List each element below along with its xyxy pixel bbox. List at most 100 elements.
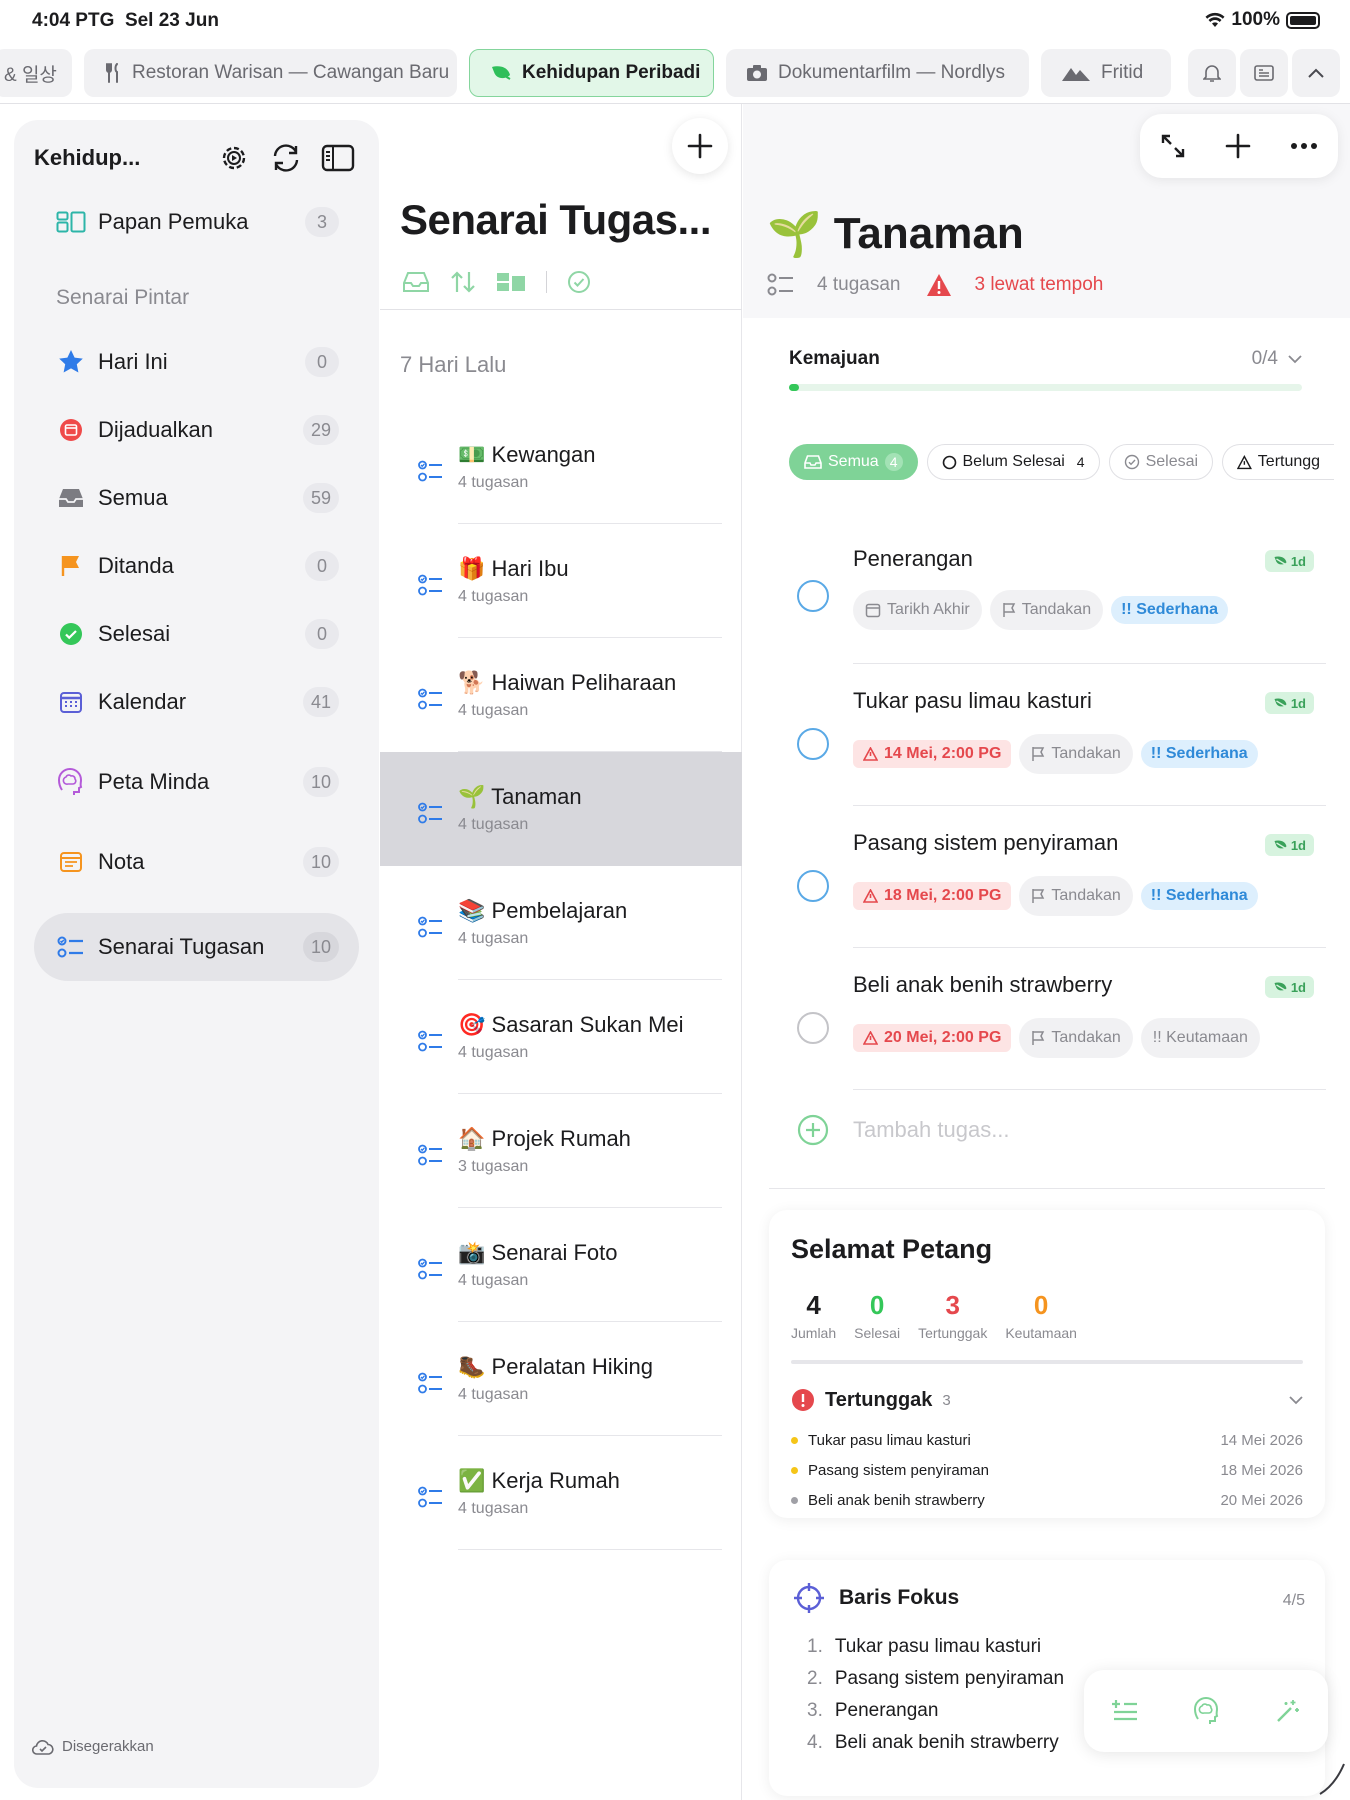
task-list-row[interactable]: 🐕 Haiwan Peliharaan 4 tugasan — [380, 638, 742, 752]
task-row[interactable]: Penerangan 1d Tarikh Akhir Tandakan !! S… — [743, 522, 1350, 664]
tab-dokumentarfilm[interactable]: Dokumentarfilm — Nordlys — [726, 49, 1029, 97]
flag-chip[interactable]: Tandakan — [1019, 1018, 1133, 1058]
priority-chip[interactable]: !! Sederhana — [1140, 882, 1258, 910]
filter-all[interactable]: Semua 4 — [789, 444, 918, 480]
tab-fritid[interactable]: Fritid — [1041, 49, 1171, 97]
task-list-count: 3 tugasan — [458, 1158, 529, 1175]
filter-open[interactable]: Belum Selesai 4 — [926, 444, 1100, 480]
checklist-icon — [418, 802, 442, 824]
sidebar-item-label: Papan Pemuka — [98, 209, 249, 234]
sidebar-item-flagged[interactable]: Ditanda 0 — [34, 538, 359, 594]
progress-section[interactable]: Kemajuan 0/4 — [789, 348, 1302, 391]
task-list-row[interactable]: 📚 Pembelajaran 4 tugasan — [380, 866, 742, 980]
flag-icon — [54, 554, 88, 578]
overdue-item[interactable]: Pasang sistem penyiraman 18 Mei 2026 — [791, 1462, 1303, 1479]
sync-button[interactable] — [260, 142, 312, 174]
sidebar-item-calendar[interactable]: Kalendar 41 — [34, 674, 359, 730]
stat-value: 0 — [869, 1290, 885, 1320]
due-date-chip[interactable]: Tarikh Akhir — [853, 590, 982, 630]
task-list-row[interactable]: 🎯 Sasaran Sukan Mei 4 tugasan — [380, 980, 742, 1094]
workspace-title[interactable]: Kehidup... — [34, 145, 208, 171]
add-task-plus-icon[interactable] — [1225, 133, 1251, 159]
priority-chip[interactable]: !! Sederhana — [1111, 596, 1229, 624]
focus-item-number: 4. — [807, 1732, 823, 1753]
overdue-date-chip[interactable]: 14 Mei, 2:00 PG — [853, 740, 1012, 768]
more-icon[interactable] — [1290, 142, 1318, 150]
task-chips: 20 Mei, 2:00 PG Tandakan !! Keutamaan — [853, 1018, 1260, 1058]
tab-restoran[interactable]: Restoran Warisan — Cawangan Baru — [84, 49, 457, 97]
list-emoji: 🐕 — [458, 670, 486, 695]
check-circle-icon[interactable] — [567, 270, 591, 294]
tab-kehidupan-peribadi[interactable]: Kehidupan Peribadi — [469, 49, 714, 97]
task-checkbox[interactable] — [797, 870, 829, 902]
sidebar-item-completed[interactable]: Selesai 0 — [34, 606, 359, 662]
sidebar-header: Kehidup... — [34, 134, 364, 182]
task-list-row[interactable]: 📸 Senarai Foto 4 tugasan — [380, 1208, 742, 1322]
page-title: Senarai Tugas... — [400, 196, 712, 243]
tab-daily[interactable]: & 일상 — [0, 49, 72, 97]
task-checkbox[interactable] — [797, 728, 829, 760]
priority-chip[interactable]: !! Keutamaan — [1140, 1018, 1260, 1058]
priority-label: !! Sederhana — [1150, 887, 1248, 904]
flag-chip[interactable]: Tandakan — [1019, 876, 1133, 916]
sidebar-item-notes[interactable]: Nota 10 — [34, 834, 359, 890]
add-task-row[interactable]: Tambah tugas... — [797, 1114, 1010, 1146]
add-list-button[interactable] — [672, 118, 728, 174]
overdue-item[interactable]: Tukar pasu limau kasturi 14 Mei 2026 — [791, 1432, 1303, 1449]
task-row[interactable]: Beli anak benih strawberry 1d 20 Mei, 2:… — [743, 948, 1350, 1090]
overdue-date-chip[interactable]: 20 Mei, 2:00 PG — [853, 1024, 1012, 1052]
reader-button[interactable] — [1240, 49, 1288, 97]
sidebar-item-dashboard[interactable]: Papan Pemuka 3 — [34, 194, 359, 250]
filter-overdue[interactable]: Tertungg — [1222, 444, 1335, 480]
task-list-row[interactable]: 🎁 Hari Ibu 4 tugasan — [380, 524, 742, 638]
list-emoji: ✅ — [458, 1468, 486, 1493]
task-list-row[interactable]: 💵 Kewangan 4 tugasan — [380, 410, 742, 524]
priority-chip[interactable]: !! Sederhana — [1140, 740, 1258, 768]
magic-wand-icon[interactable] — [1275, 1698, 1301, 1724]
tab-label: Fritid — [1101, 62, 1144, 83]
toggle-sidebar-button[interactable] — [312, 144, 364, 172]
sidebar-item-scheduled[interactable]: Dijadualkan 29 — [34, 402, 359, 458]
add-checklist-icon[interactable] — [1111, 1698, 1139, 1724]
task-row[interactable]: Tukar pasu limau kasturi 1d 14 Mei, 2:00… — [743, 664, 1350, 806]
focus-item[interactable]: 3. Penerangan — [807, 1700, 938, 1722]
task-list-row[interactable]: 🏠 Projek Rumah 3 tugasan — [380, 1094, 742, 1208]
task-list-row[interactable]: 🌱 Tanaman 4 tugasan — [380, 752, 742, 866]
count-badge: 0 — [305, 619, 339, 649]
notifications-button[interactable] — [1188, 49, 1236, 97]
dashboard-icon — [54, 211, 88, 233]
task-checkbox[interactable] — [797, 1012, 829, 1044]
sidebar-item-today[interactable]: Hari Ini 0 — [34, 334, 359, 390]
sidebar-item-all[interactable]: Semua 59 — [34, 470, 359, 526]
overdue-title: Tertunggak — [825, 1388, 933, 1411]
task-checkbox[interactable] — [797, 580, 829, 612]
inbox-icon[interactable] — [402, 271, 430, 293]
focus-item[interactable]: 2. Pasang sistem penyiraman — [807, 1668, 1064, 1690]
collapse-tabs-button[interactable] — [1292, 49, 1340, 97]
settings-button[interactable] — [208, 142, 260, 174]
due-date-label: 20 Mei, 2:00 PG — [884, 1029, 1002, 1046]
sidebar-item-task-lists[interactable]: Senarai Tugasan 10 — [34, 913, 359, 981]
flag-chip[interactable]: Tandakan — [989, 590, 1104, 630]
overdue-item-date: 18 Mei 2026 — [1220, 1462, 1303, 1479]
sidebar-item-label: Selesai — [98, 621, 171, 646]
task-list-row[interactable]: 🥾 Peralatan Hiking 4 tugasan — [380, 1322, 742, 1436]
expand-icon[interactable] — [1160, 133, 1186, 159]
layout-icon[interactable] — [496, 272, 526, 292]
sidebar-item-label: Kalendar — [98, 689, 187, 714]
brain-head-icon[interactable] — [1193, 1697, 1220, 1725]
flag-chip[interactable]: Tandakan — [1019, 734, 1133, 774]
task-list-count: 4 tugasan — [458, 588, 529, 605]
task-title: Tukar pasu limau kasturi — [853, 688, 1092, 713]
overdue-date-chip[interactable]: 18 Mei, 2:00 PG — [853, 882, 1012, 910]
filter-done[interactable]: Selesai — [1108, 444, 1214, 480]
task-row[interactable]: Pasang sistem penyiraman 1d 18 Mei, 2:00… — [743, 806, 1350, 948]
overdue-item[interactable]: Beli anak benih strawberry 20 Mei 2026 — [791, 1492, 1303, 1509]
focus-item[interactable]: 1. Tukar pasu limau kasturi — [807, 1636, 1041, 1658]
task-list-count: 4 tugasan — [458, 930, 529, 947]
focus-item[interactable]: 4. Beli anak benih strawberry — [807, 1732, 1059, 1754]
overdue-section-header[interactable]: Tertunggak 3 — [791, 1388, 1303, 1412]
sort-icon[interactable] — [450, 270, 476, 294]
sidebar-item-mind-map[interactable]: Peta Minda 10 — [34, 754, 359, 810]
task-list-row[interactable]: ✅ Kerja Rumah 4 tugasan — [380, 1436, 742, 1550]
